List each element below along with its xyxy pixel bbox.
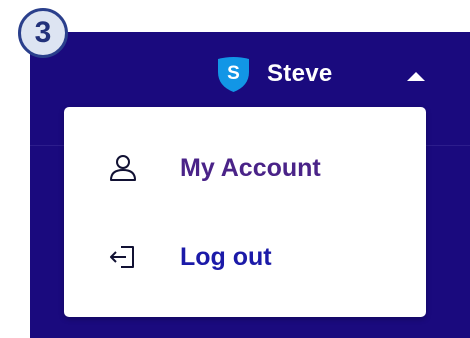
- step-number-badge: 3: [18, 8, 68, 58]
- logout-icon: [110, 246, 134, 268]
- step-number: 3: [34, 16, 52, 49]
- screenshot-stage: S Steve My Account Log out 3: [0, 0, 470, 338]
- user-name: Steve: [267, 60, 333, 87]
- menu-item-log-out[interactable]: Log out: [64, 222, 426, 292]
- my-account-label: My Account: [180, 153, 321, 182]
- shield-avatar-icon: S: [218, 57, 249, 92]
- chevron-up-icon[interactable]: [407, 72, 425, 81]
- user-dropdown-menu: My Account Log out: [64, 107, 426, 317]
- log-out-label: Log out: [180, 242, 272, 271]
- menu-item-my-account[interactable]: My Account: [64, 133, 426, 203]
- app-header: S Steve My Account Log out: [30, 32, 470, 338]
- avatar-initial: S: [227, 63, 240, 84]
- user-menu-toggle[interactable]: S Steve: [216, 56, 333, 92]
- user-icon: [110, 155, 136, 181]
